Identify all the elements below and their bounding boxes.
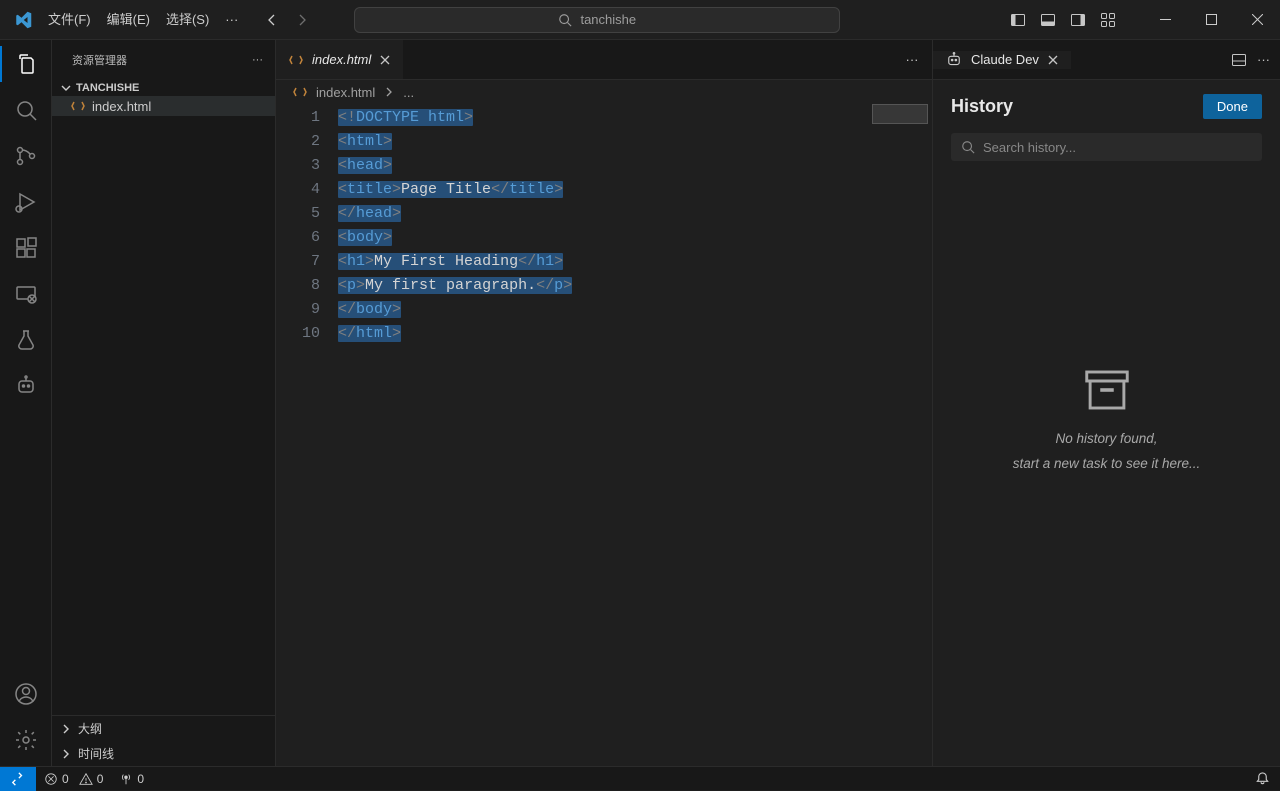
editor-more-icon[interactable]: ··· [892,40,932,79]
search-text: tanchishe [580,12,636,27]
folder-section[interactable]: TANCHISHE [52,80,275,96]
empty-text-1: No history found, [1055,431,1157,446]
search-icon [961,140,975,154]
nav-arrows [246,12,328,28]
menu-edit[interactable]: 编辑(E) [99,0,158,40]
panel-more-icon[interactable]: ··· [1257,52,1270,68]
done-button[interactable]: Done [1203,94,1262,119]
layout-customize-icon[interactable] [1100,12,1116,28]
remote-indicator-icon[interactable] [0,767,36,791]
archive-icon [1080,363,1134,417]
menu-select[interactable]: 选择(S) [158,0,217,40]
explorer-sidebar: 资源管理器 ··· TANCHISHE index.html 大纲 时间线 [52,40,276,766]
ports-count: 0 [137,772,144,786]
code-content[interactable]: <!DOCTYPE html> <html> <head> <title>Pag… [338,104,932,766]
robot-icon [945,51,963,69]
titlebar-left: 文件(F) 编辑(E) 选择(S) ··· [0,0,246,40]
activity-explorer-icon[interactable] [12,50,40,78]
nav-forward-icon[interactable] [294,12,310,28]
activity-account-icon[interactable] [12,680,40,708]
tab-close-icon[interactable] [1047,54,1059,66]
window-minimize-icon[interactable] [1142,0,1188,40]
bell-icon[interactable] [1255,771,1270,786]
layout-sidebar-right-icon[interactable] [1070,12,1086,28]
outline-label: 大纲 [78,720,102,737]
minimap[interactable] [868,104,932,766]
status-bar: 0 0 0 [0,766,1280,790]
window-maximize-icon[interactable] [1188,0,1234,40]
history-empty-state: No history found, start a new task to se… [951,161,1262,752]
errors-count: 0 [62,772,69,786]
history-search-input[interactable]: Search history... [951,133,1262,161]
layout-sidebar-left-icon[interactable] [1010,12,1026,28]
activity-search-icon[interactable] [12,96,40,124]
layout-panel-icon[interactable] [1040,12,1056,28]
html-file-icon [292,84,308,100]
sidebar-header: 资源管理器 ··· [52,40,275,80]
claude-tab-label: Claude Dev [971,52,1039,67]
title-bar: 文件(F) 编辑(E) 选择(S) ··· tanchishe [0,0,1280,40]
breadcrumb-file: index.html [316,85,375,100]
editor-tab[interactable]: index.html [276,40,403,79]
claude-body: History Done Search history... No histor… [933,80,1280,766]
menu-file[interactable]: 文件(F) [40,0,99,40]
activity-settings-icon[interactable] [12,726,40,754]
chevron-right-icon [383,86,395,98]
warning-icon [79,772,93,786]
activity-claude-icon[interactable] [12,372,40,400]
sidebar-more-icon[interactable]: ··· [252,54,263,66]
claude-tab-bar: Claude Dev ··· [933,40,1280,80]
panel-layout-icon[interactable] [1231,52,1247,68]
activity-bar [0,40,52,766]
error-icon [44,772,58,786]
status-ports[interactable]: 0 [111,772,152,786]
editor-body[interactable]: 12345678910 <!DOCTYPE html> <html> <head… [276,104,932,766]
nav-back-icon[interactable] [264,12,280,28]
chevron-right-icon [60,723,72,735]
activity-debug-icon[interactable] [12,188,40,216]
file-item[interactable]: index.html [52,96,275,116]
chevron-right-icon [60,748,72,760]
claude-panel: Claude Dev ··· History Done Search histo… [932,40,1280,766]
activity-remote-icon[interactable] [12,280,40,308]
tab-close-icon[interactable] [379,54,391,66]
status-problems[interactable]: 0 0 [36,772,111,786]
menu-more[interactable]: ··· [217,0,246,40]
editor-region: index.html ··· index.html ... 1234567891… [276,40,932,766]
timeline-section[interactable]: 时间线 [52,741,275,766]
radio-tower-icon [119,772,133,786]
activity-scm-icon[interactable] [12,142,40,170]
sidebar-title: 资源管理器 [72,52,127,68]
history-title: History [951,96,1013,117]
outline-section[interactable]: 大纲 [52,716,275,741]
empty-text-2: start a new task to see it here... [1013,456,1201,471]
window-close-icon[interactable] [1234,0,1280,40]
html-file-icon [70,98,86,114]
breadcrumb[interactable]: index.html ... [276,80,932,104]
editor-tabs: index.html ··· [276,40,932,80]
timeline-label: 时间线 [78,745,114,762]
breadcrumb-more: ... [403,85,414,100]
activity-extensions-icon[interactable] [12,234,40,262]
titlebar-right [1010,0,1280,40]
chevron-down-icon [60,82,72,94]
warnings-count: 0 [97,772,104,786]
html-file-icon [288,52,304,68]
vscode-logo-icon [6,11,40,29]
folder-name: TANCHISHE [76,82,139,94]
main: 资源管理器 ··· TANCHISHE index.html 大纲 时间线 [0,40,1280,766]
command-center[interactable]: tanchishe [354,7,840,33]
tab-label: index.html [312,52,371,67]
search-placeholder: Search history... [983,140,1076,155]
activity-testing-icon[interactable] [12,326,40,354]
claude-tab[interactable]: Claude Dev [933,51,1071,69]
line-numbers: 12345678910 [276,104,338,766]
search-icon [558,13,572,27]
file-name: index.html [92,99,151,114]
